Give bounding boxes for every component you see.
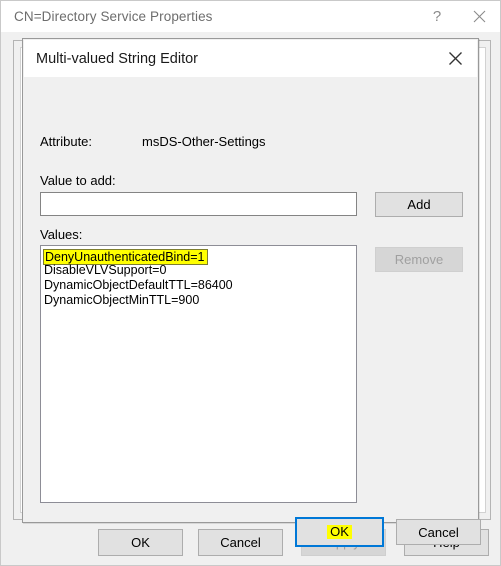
values-listbox[interactable]: DenyUnauthenticatedBind=1 DisableVLVSuppo…	[40, 245, 357, 503]
help-icon[interactable]: ?	[416, 1, 458, 32]
modal-title-bar: Multi-valued String Editor	[24, 40, 477, 77]
attribute-value: msDS-Other-Settings	[142, 134, 266, 149]
list-item[interactable]: DisableVLVSupport=0	[43, 263, 354, 278]
list-item[interactable]: DynamicObjectMinTTL=900	[43, 293, 354, 308]
add-button[interactable]: Add	[375, 192, 463, 217]
value-to-add-input[interactable]	[40, 192, 357, 216]
modal-ok-button[interactable]: OK	[295, 517, 384, 547]
values-list: DenyUnauthenticatedBind=1 DisableVLVSuppo…	[43, 248, 354, 308]
values-label: Values:	[40, 227, 83, 242]
list-item-label: DynamicObjectMinTTL=900	[44, 293, 200, 307]
outer-window-title: CN=Directory Service Properties	[14, 9, 213, 24]
list-item[interactable]: DenyUnauthenticatedBind=1	[43, 248, 354, 265]
outer-caption-buttons: ?	[416, 1, 500, 32]
list-item-label: DynamicObjectDefaultTTL=86400	[44, 278, 233, 292]
modal-cancel-button[interactable]: Cancel	[396, 519, 481, 545]
modal-button-row: OK Cancel	[24, 517, 481, 547]
modal-body: Attribute: msDS-Other-Settings Value to …	[24, 77, 481, 547]
modal-title: Multi-valued String Editor	[36, 50, 198, 67]
remove-button: Remove	[375, 247, 463, 272]
modal-ok-button-label: OK	[327, 525, 352, 539]
close-icon[interactable]	[433, 40, 477, 77]
value-to-add-label: Value to add:	[40, 173, 116, 188]
multi-valued-string-editor-dialog: Multi-valued String Editor Attribute: ms…	[22, 38, 481, 547]
attribute-label: Attribute:	[40, 134, 93, 149]
list-item-label: DisableVLVSupport=0	[44, 263, 167, 277]
outer-title-bar: CN=Directory Service Properties ?	[1, 1, 500, 32]
list-item[interactable]: DynamicObjectDefaultTTL=86400	[43, 278, 354, 293]
close-icon[interactable]	[458, 1, 500, 32]
